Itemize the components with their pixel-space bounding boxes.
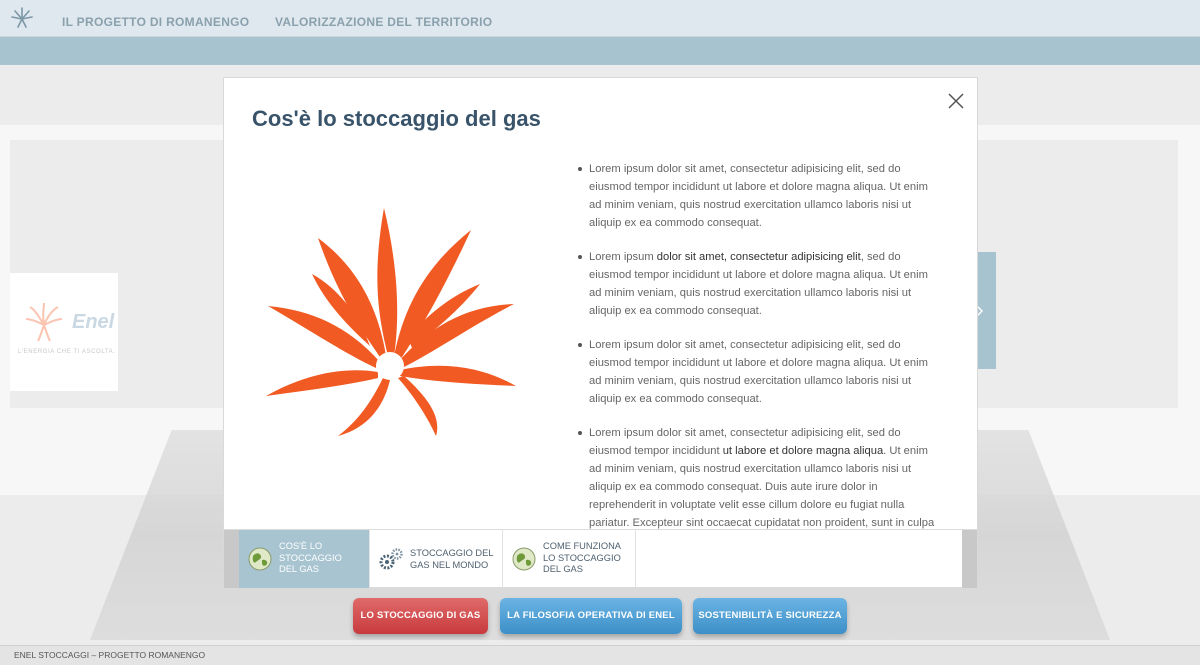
bullet-list: Lorem ipsum dolor sit amet, consectetur … <box>578 160 942 566</box>
tabs-edge-right <box>962 530 977 588</box>
close-icon <box>948 93 964 109</box>
gears-icon <box>379 548 403 570</box>
tab-stoccaggio-nel-mondo[interactable]: STOCCAGGIO DEL GAS NEL MONDO <box>370 530 503 588</box>
modal-title: Cos'è lo stoccaggio del gas <box>252 106 541 131</box>
enel-logo-icon[interactable] <box>10 6 34 30</box>
sub-nav-bar <box>0 37 1200 65</box>
tab-label: COS'È LO STOCCAGGIO DEL GAS <box>279 541 342 574</box>
enel-sun-icon <box>25 302 63 342</box>
enel-tagline: L'ENERGIA CHE TI ASCOLTA. <box>18 349 116 355</box>
enel-sun-illustration <box>266 208 516 436</box>
bullet-item: Lorem ipsum dolor sit amet, consectetur … <box>578 160 942 232</box>
tab-come-funziona[interactable]: COME FUNZIONA LO STOCCAGGIO DEL GAS <box>503 530 636 588</box>
modal-tabs: COS'È LO STOCCAGGIO DEL GAS STOCCAGGIO D… <box>224 529 977 588</box>
footer: ENEL STOCCAGGI – PROGETTO ROMANENGO <box>0 645 1200 665</box>
bullet-text: Lorem ipsum <box>589 251 657 263</box>
button-sostenibilita-sicurezza[interactable]: SOSTENIBILITÀ E SICUREZZA <box>693 598 847 634</box>
tab-cose-lo-stoccaggio[interactable]: COS'È LO STOCCAGGIO DEL GAS <box>239 530 370 588</box>
nav-item-progetto[interactable]: IL PROGETTO DI ROMANENGO <box>62 15 249 29</box>
button-filosofia-operativa[interactable]: LA FILOSOFIA OPERATIVA DI ENEL <box>500 598 682 634</box>
bullet-text: Lorem ipsum dolor sit amet, consectetur … <box>589 339 928 405</box>
globe-icon <box>512 547 536 571</box>
enel-brand-text: Enel <box>72 311 115 333</box>
bullet-text: Lorem ipsum dolor sit amet, consectetur … <box>589 163 928 229</box>
bullet-item: Lorem ipsum dolor sit amet, consectetur … <box>578 336 942 408</box>
tab-label: STOCCAGGIO DEL GAS NEL MONDO <box>410 548 494 570</box>
bullet-item: Lorem ipsum dolor sit amet, consectetur … <box>578 248 942 320</box>
top-nav-bar: IL PROGETTO DI ROMANENGO VALORIZZAZIONE … <box>0 0 1200 37</box>
nav-item-territorio[interactable]: VALORIZZAZIONE DEL TERRITORIO <box>275 15 492 29</box>
enel-brand-card: Enel L'ENERGIA CHE TI ASCOLTA. <box>10 273 118 391</box>
info-modal: Cos'è lo stoccaggio del gas Lorem ipsum … <box>223 77 978 588</box>
button-stoccaggio-di-gas[interactable]: LO STOCCAGGIO DI GAS <box>353 598 488 634</box>
close-button[interactable] <box>947 92 965 110</box>
bullet-highlight: dolor sit amet, consectetur adipisicing … <box>656 251 861 263</box>
bullet-highlight: ut labore et dolore magna aliqua <box>722 445 884 457</box>
tab-label: COME FUNZIONA LO STOCCAGGIO DEL GAS <box>543 541 621 574</box>
globe-icon <box>248 547 272 571</box>
tabs-edge-left <box>224 530 239 588</box>
footer-text: ENEL STOCCAGGI – PROGETTO ROMANENGO <box>14 650 206 660</box>
